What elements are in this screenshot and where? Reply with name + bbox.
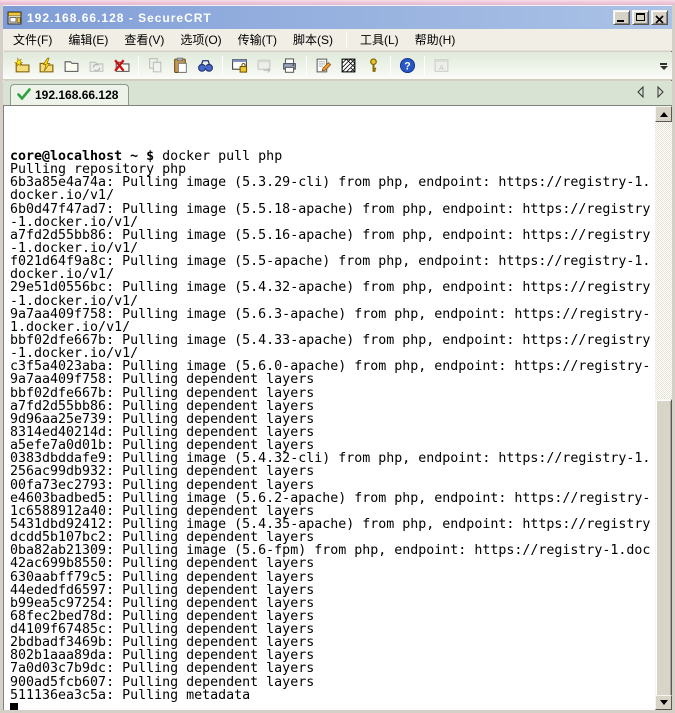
window-arrange-icon[interactable]: A — [430, 54, 453, 77]
reconnect-icon[interactable] — [85, 54, 108, 77]
terminal-output-line: 9a7aa409f758: Pulling dependent layers — [10, 373, 655, 386]
tab-scroll-left-icon[interactable] — [634, 85, 646, 99]
toolbar-separator — [138, 56, 139, 76]
menu-item[interactable]: 选项(O) — [173, 29, 228, 50]
terminal-output-line: e4603badbed5: Pulling image (5.6.2-apach… — [10, 492, 655, 505]
terminal-output-line: -1.docker.io/v1/ — [10, 295, 655, 308]
terminal-output-line: 630aabff79c5: Pulling dependent layers — [10, 571, 655, 584]
help-icon[interactable]: ? — [396, 54, 419, 77]
terminal-cursor — [10, 703, 18, 710]
scrollbar-thumb[interactable] — [655, 399, 672, 702]
window-title: 192.168.66.128 - SecureCRT — [27, 11, 613, 25]
copy-icon[interactable] — [144, 54, 167, 77]
menu-separator — [346, 32, 347, 48]
menu-item[interactable]: 传输(T) — [231, 29, 284, 50]
menu-item[interactable]: 脚本(S) — [286, 29, 340, 50]
scroll-down-icon — [660, 700, 668, 705]
terminal-output-line: 44ededfd6597: Pulling dependent layers — [10, 584, 655, 597]
menu-item[interactable]: 工具(L) — [353, 29, 406, 50]
connect-in-tab-icon[interactable] — [60, 54, 83, 77]
terminal-output-line: 900ad5fcb607: Pulling dependent layers — [10, 676, 655, 689]
terminal-output: core@localhost ~ $ docker pull php Pulli… — [4, 106, 655, 710]
terminal-output-line: 511136ea3c5a: Pulling metadata — [10, 689, 655, 702]
terminal-output-line: bbf02dfe667b: Pulling dependent layers — [10, 387, 655, 400]
securecrt-app-icon — [7, 10, 23, 26]
terminal-output-line: 42ac699b8550: Pulling dependent layers — [10, 557, 655, 570]
terminal-output-line: b99ea5c97254: Pulling dependent layers — [10, 597, 655, 610]
maximize-icon — [636, 13, 645, 21]
close-icon — [654, 12, 665, 30]
print-icon[interactable] — [278, 54, 301, 77]
svg-text:?: ? — [404, 60, 410, 72]
session-tab[interactable]: 192.168.66.128 — [10, 84, 129, 105]
toolbar-separator — [424, 56, 425, 76]
menu-item[interactable]: 编辑(E) — [61, 29, 115, 50]
svg-text:A: A — [439, 63, 444, 72]
quick-connect-icon[interactable] — [10, 54, 33, 77]
toolbar: ? A — [3, 52, 672, 80]
scroll-up-icon — [660, 112, 668, 117]
clone-session-icon[interactable] — [253, 54, 276, 77]
minimize-icon — [617, 20, 624, 22]
menu-items-right: 工具(L)帮助(H) — [352, 29, 463, 50]
menu-item[interactable]: 帮助(H) — [408, 29, 463, 50]
session-tab-label: 192.168.66.128 — [35, 88, 118, 102]
scroll-down-button[interactable] — [655, 695, 672, 710]
session-tab-bar: 192.168.66.128 — [3, 81, 672, 105]
menu-item[interactable]: 查看(V) — [117, 29, 171, 50]
terminal-output-line: docker.io/v1/ — [10, 189, 655, 202]
connected-check-icon — [17, 88, 31, 103]
toolbar-overflow-button[interactable] — [657, 57, 670, 75]
minimize-button[interactable] — [613, 10, 630, 25]
terminal-output-line: -1.docker.io/v1/ — [10, 216, 655, 229]
toolbar-overflow-icon — [660, 63, 667, 65]
menu-item[interactable]: 文件(F) — [6, 29, 59, 50]
disconnect-icon[interactable] — [110, 54, 133, 77]
tab-scroll-right-icon[interactable] — [654, 85, 666, 99]
vertical-scrollbar[interactable] — [655, 106, 672, 710]
terminal-output-line: 00fa73ec2793: Pulling dependent layers — [10, 479, 655, 492]
key-agent-icon[interactable] — [362, 54, 385, 77]
terminal-screen[interactable]: core@localhost ~ $ docker pull php Pulli… — [3, 105, 672, 710]
terminal-output-line: 6b0d47f47ad7: Pulling image (5.5.18-apac… — [10, 203, 655, 216]
terminal-output-line: 1.docker.io/v1/ — [10, 321, 655, 334]
terminal-output-line: 9d96aa25e739: Pulling dependent layers — [10, 413, 655, 426]
terminal-output-line: 256ac99db932: Pulling dependent layers — [10, 465, 655, 478]
toolbar-separator — [222, 56, 223, 76]
terminal-output-line: a7fd2d55bb86: Pulling image (5.5.16-apac… — [10, 229, 655, 242]
terminal-output-line: a7fd2d55bb86: Pulling dependent layers — [10, 400, 655, 413]
terminal-output-line: 9a7aa409f758: Pulling image (5.6.3-apach… — [10, 308, 655, 321]
securecrt-window: 192.168.66.128 - SecureCRT 文件(F)编辑(E)查看(… — [0, 5, 675, 713]
keyboard-map-icon[interactable] — [337, 54, 360, 77]
title-bar[interactable]: 192.168.66.128 - SecureCRT — [3, 6, 672, 29]
close-button[interactable] — [651, 10, 668, 25]
scroll-up-button[interactable] — [655, 106, 672, 122]
toolbar-separator — [390, 56, 391, 76]
find-icon[interactable] — [194, 54, 217, 77]
terminal-output-line: 29e51d0556bc: Pulling image (5.4.32-apac… — [10, 281, 655, 294]
session-window-icon[interactable] — [228, 54, 251, 77]
session-options-icon[interactable] — [312, 54, 335, 77]
terminal-output-line: 7a0d03c7b9dc: Pulling dependent layers — [10, 662, 655, 675]
menu-bar: 文件(F)编辑(E)查看(V)选项(O)传输(T)脚本(S) 工具(L)帮助(H… — [3, 29, 672, 51]
menu-items-left: 文件(F)编辑(E)查看(V)选项(O)传输(T)脚本(S) — [5, 29, 341, 50]
toolbar-separator — [306, 56, 307, 76]
terminal-output-line: 1c6588912a40: Pulling dependent layers — [10, 505, 655, 518]
paste-icon[interactable] — [169, 54, 192, 77]
connect-icon[interactable] — [35, 54, 58, 77]
maximize-button[interactable] — [632, 10, 649, 25]
